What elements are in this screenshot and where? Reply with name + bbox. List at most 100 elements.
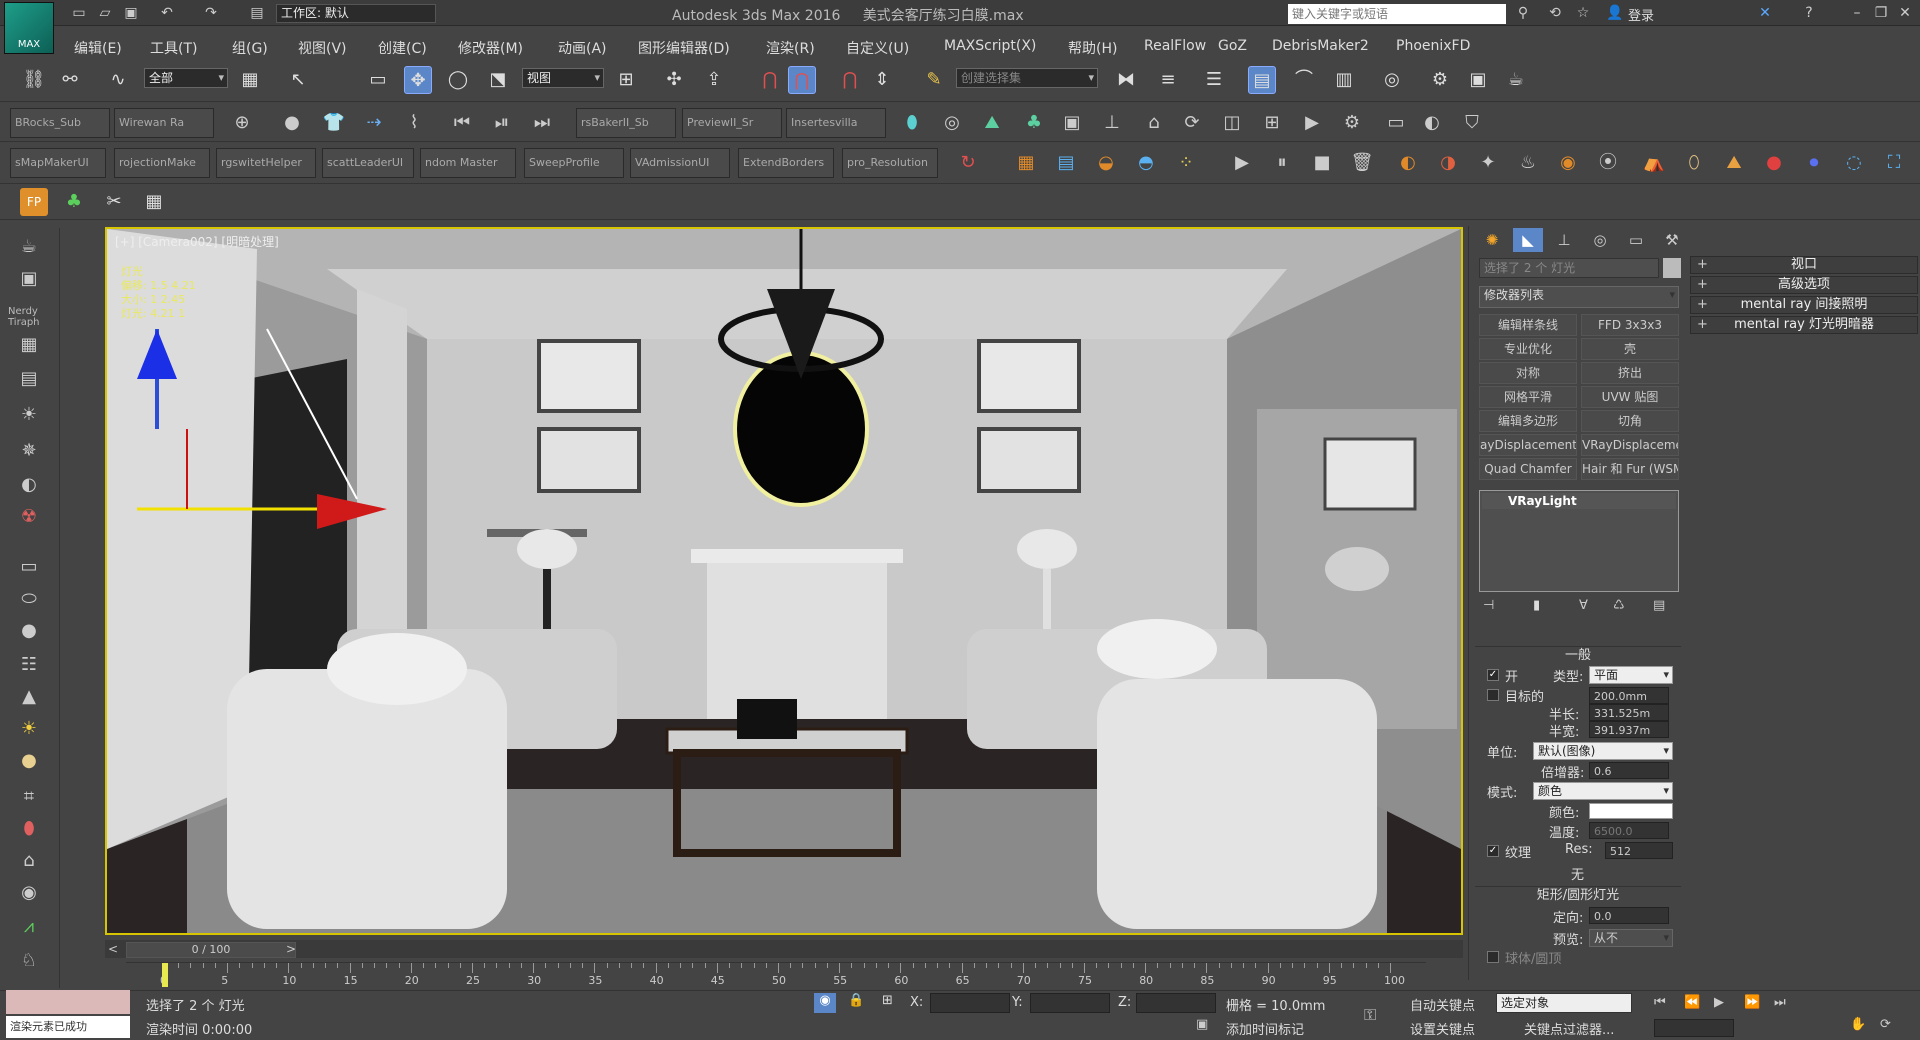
percent-snap-icon[interactable]: ⋂ bbox=[836, 66, 864, 94]
frame-field[interactable] bbox=[1654, 1019, 1734, 1037]
rollout-general[interactable]: 一般 bbox=[1475, 646, 1681, 664]
refresh-icon[interactable]: ↻ bbox=[954, 149, 982, 177]
favorite-icon[interactable]: ☆ bbox=[1574, 4, 1592, 22]
modifier-shortcut-button[interactable]: ayDisplacementM bbox=[1479, 434, 1577, 456]
sim-play-icon[interactable]: ▶ bbox=[1228, 149, 1256, 177]
script-button[interactable]: VAdmissionUI bbox=[630, 148, 730, 178]
simulator-icon[interactable]: ⛺ bbox=[1640, 149, 1668, 177]
mesh-icon[interactable]: ⌗ bbox=[14, 784, 44, 810]
remove-modifier-icon[interactable]: ♺ bbox=[1613, 598, 1625, 613]
y-coord-field[interactable] bbox=[1030, 993, 1110, 1013]
type-dropdown[interactable]: 平面 bbox=[1589, 666, 1673, 684]
curve-editor-icon[interactable]: ⌒ bbox=[1290, 66, 1318, 94]
user-icon[interactable]: 👤 bbox=[1606, 4, 1624, 22]
script-button[interactable]: pro_Resolution bbox=[842, 148, 938, 178]
modifier-shortcut-button[interactable]: VRayDisplacementMod bbox=[1581, 434, 1679, 456]
record-icon[interactable]: ● bbox=[1760, 149, 1788, 177]
globe-icon[interactable]: ◉ bbox=[14, 880, 44, 906]
viewport-label[interactable]: [+] [Camera002] [明暗处理] bbox=[115, 233, 279, 250]
time-slider-handle[interactable]: 0 / 100 bbox=[126, 942, 296, 958]
particle-shader-icon[interactable]: ⛰ bbox=[1720, 149, 1748, 177]
tools-icon[interactable]: ✂ bbox=[100, 188, 128, 216]
script-button[interactable]: rsBakerII_Sb bbox=[576, 108, 676, 138]
menu-item[interactable]: 编辑(E) bbox=[74, 38, 122, 58]
menu-item[interactable]: 帮助(H) bbox=[1068, 38, 1117, 58]
box-icon[interactable]: ▣ bbox=[14, 266, 44, 292]
select-scale-icon[interactable]: ⬔ bbox=[484, 66, 512, 94]
angle-snap-icon[interactable]: ⋂ bbox=[788, 66, 816, 94]
modifier-shortcut-button[interactable]: UVW 贴图 bbox=[1581, 386, 1679, 408]
add-time-tag[interactable]: 添加时间标记 bbox=[1226, 1019, 1304, 1038]
motion-tab-icon[interactable]: ◎ bbox=[1585, 228, 1615, 252]
half-length-value[interactable]: 331.525m bbox=[1589, 704, 1669, 721]
phoenix-liquid-icon[interactable]: ▤ bbox=[1052, 149, 1080, 177]
script-button[interactable]: Insertesvilla bbox=[786, 108, 886, 138]
vray-cam-icon[interactable]: ▭ bbox=[1382, 109, 1410, 137]
rollout-row[interactable]: + 高级选项 bbox=[1690, 276, 1918, 294]
sphere-icon[interactable]: ● bbox=[14, 618, 44, 644]
ellipse-icon[interactable]: ● bbox=[14, 748, 44, 774]
sim-pause-icon[interactable]: ⏸ bbox=[1268, 149, 1296, 177]
x-coord-field[interactable] bbox=[930, 993, 1010, 1013]
vray-ies-icon[interactable]: ⟳ bbox=[1178, 109, 1206, 137]
smoke-icon[interactable]: ◑ bbox=[1434, 149, 1462, 177]
selection-filter-dropdown[interactable]: 全部 bbox=[144, 68, 228, 88]
hierarchy-tab-icon[interactable]: ⊥ bbox=[1549, 228, 1579, 252]
menu-item[interactable]: 修改器(M) bbox=[458, 38, 523, 58]
show-end-icon[interactable]: ▮ bbox=[1533, 598, 1540, 613]
script-button[interactable]: BRocks_Sub bbox=[10, 108, 110, 138]
binoculars-icon[interactable]: ⚲ bbox=[1514, 4, 1532, 22]
vray-fur-icon[interactable]: ⛰ bbox=[978, 109, 1006, 137]
new-file-icon[interactable]: ▭ bbox=[70, 4, 88, 22]
ref-coord-dropdown[interactable]: 视图 bbox=[522, 68, 604, 88]
app-logo[interactable]: MAX bbox=[4, 2, 54, 54]
rollout-row[interactable]: + 视口 bbox=[1690, 256, 1918, 274]
script-button[interactable]: scattLeaderUI bbox=[322, 148, 414, 178]
expand-icon[interactable]: + bbox=[1697, 277, 1708, 293]
helix-icon[interactable]: ◐ bbox=[14, 472, 44, 498]
grid-icon[interactable]: ▦ bbox=[14, 332, 44, 358]
menu-item[interactable]: 创建(C) bbox=[378, 38, 427, 58]
sun-icon[interactable]: ☀ bbox=[14, 716, 44, 742]
key-icon[interactable]: ⚿ bbox=[1364, 1005, 1376, 1025]
menu-item[interactable]: 动画(A) bbox=[558, 38, 607, 58]
vray-bulb-icon[interactable]: ⛉ bbox=[1458, 109, 1486, 137]
stack-item-vraylight[interactable]: VRayLight bbox=[1482, 493, 1676, 509]
search-input[interactable]: 键入关键字或短语 bbox=[1288, 4, 1506, 24]
vray-dome-icon[interactable]: ◐ bbox=[1418, 109, 1446, 137]
disc-icon[interactable]: ⬭ bbox=[14, 586, 44, 612]
menu-item[interactable]: DebrisMaker2 bbox=[1272, 38, 1369, 54]
structure-icon[interactable]: ⌂ bbox=[14, 848, 44, 874]
snap-icon[interactable]: ⋂ bbox=[756, 66, 784, 94]
open-file-icon[interactable]: ▱ bbox=[96, 4, 114, 22]
modify-tab-icon[interactable]: ◣ bbox=[1513, 228, 1543, 252]
phoenix-ocean-icon[interactable]: ◓ bbox=[1132, 149, 1160, 177]
prev-key-icon[interactable]: ⏪ bbox=[1684, 995, 1700, 1010]
res-value[interactable]: 512 bbox=[1605, 842, 1673, 859]
cloth-icon[interactable]: 👕 bbox=[320, 109, 348, 137]
sim-stop-icon[interactable]: ■ bbox=[1308, 149, 1336, 177]
modifier-shortcut-button[interactable]: Quad Chamfer bbox=[1479, 458, 1577, 480]
display-tab-icon[interactable]: ▭ bbox=[1621, 228, 1651, 252]
vray-sun-icon[interactable]: ◎ bbox=[938, 109, 966, 137]
mirror-icon[interactable]: ⧓ bbox=[1112, 66, 1140, 94]
prev-frame-icon[interactable]: < bbox=[108, 942, 118, 956]
object-name-field[interactable]: 选择了 2 个 灯光 bbox=[1479, 258, 1659, 278]
vray-render-icon[interactable]: ▶ bbox=[1298, 109, 1326, 137]
make-unique-icon[interactable]: ∀ bbox=[1579, 598, 1588, 613]
menu-item[interactable]: 组(G) bbox=[232, 38, 268, 58]
pivot-icon[interactable]: ⊞ bbox=[612, 66, 640, 94]
rect-select-icon[interactable]: ▭ bbox=[364, 66, 392, 94]
object-color-swatch[interactable] bbox=[1663, 258, 1681, 278]
modifier-stack[interactable]: VRayLight bbox=[1479, 490, 1679, 592]
modifier-shortcut-button[interactable]: 切角 bbox=[1581, 410, 1679, 432]
menu-item[interactable]: 自定义(U) bbox=[846, 38, 909, 58]
script-button[interactable]: rgswitetHelper bbox=[216, 148, 316, 178]
link-icon[interactable]: ⛓ bbox=[20, 66, 48, 94]
temperature-value[interactable]: 6500.0 bbox=[1589, 822, 1669, 839]
anim-play-icon[interactable]: ⏯ bbox=[488, 109, 516, 137]
sim-delete-icon[interactable]: 🗑 bbox=[1348, 149, 1376, 177]
menu-item[interactable]: 工具(T) bbox=[150, 38, 197, 58]
render-setup-icon[interactable]: ⚙ bbox=[1426, 66, 1454, 94]
pan-icon[interactable]: ✋ bbox=[1850, 1017, 1866, 1032]
